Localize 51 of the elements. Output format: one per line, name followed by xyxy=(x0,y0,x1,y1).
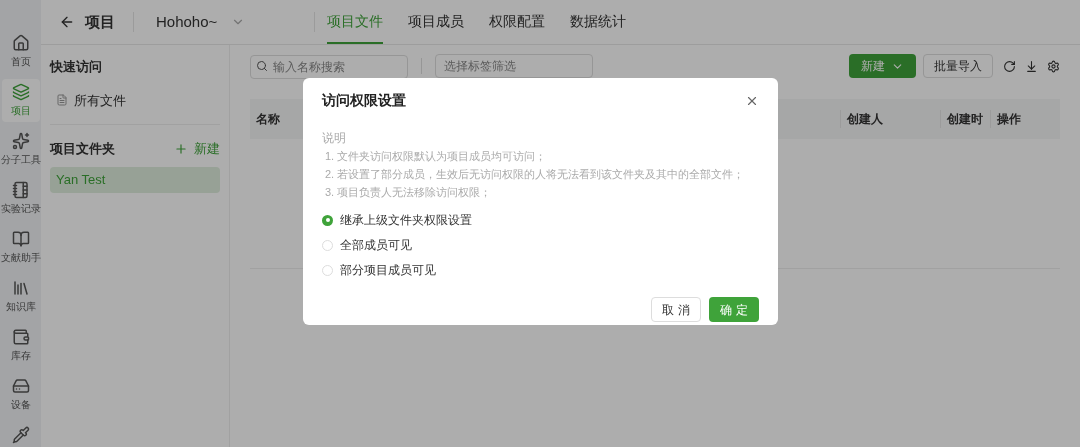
column-header: 名称 xyxy=(255,111,281,128)
header-tab[interactable]: 权限配置 xyxy=(489,0,545,44)
back-button[interactable]: 项目 xyxy=(41,10,133,34)
plus-icon xyxy=(174,141,188,156)
tag-filter-select[interactable]: 选择标签筛选 xyxy=(435,54,593,78)
sparkles-icon xyxy=(11,132,30,150)
confirm-button[interactable]: 确 定 xyxy=(709,297,759,322)
search-icon xyxy=(256,60,268,72)
note-text: 2. 若设置了部分成员，生效后无访问权限的人将无法看到该文件夹及其中的全部文件； xyxy=(324,167,745,182)
search-field[interactable]: 输入名称搜索 xyxy=(250,55,408,79)
nav-item[interactable]: 分子工具 xyxy=(1,128,40,171)
header-tab[interactable]: 数据统计 xyxy=(570,0,626,44)
nav-item[interactable]: 项目 xyxy=(1,79,40,122)
books-icon xyxy=(11,279,30,297)
radio-option[interactable]: 继承上级文件夹权限设置 xyxy=(322,211,759,229)
nav-item[interactable]: 首页 xyxy=(1,30,40,73)
nav-item[interactable]: 库存 xyxy=(1,324,40,367)
new-button[interactable]: 新建 xyxy=(849,54,916,78)
column-header: 操作 xyxy=(990,110,1060,128)
radio-option[interactable]: 部分项目成员可见 xyxy=(322,261,759,279)
header-tab[interactable]: 项目成员 xyxy=(408,0,464,44)
column-header: 创建人 xyxy=(840,110,940,128)
section-title: 项目文件夹 xyxy=(50,140,115,158)
note-text: 1. 文件夹访问权限默认为项目成员均可访问； xyxy=(324,149,547,164)
drive-icon xyxy=(11,377,30,395)
new-folder-button[interactable]: 新建 xyxy=(174,139,220,159)
note-title: 说明 xyxy=(322,130,347,147)
header-tab[interactable]: 项目文件 xyxy=(327,0,383,44)
settings-icon[interactable] xyxy=(1047,59,1060,73)
layers-icon xyxy=(11,83,30,101)
nav-item[interactable]: 设备 xyxy=(1,373,40,416)
book-icon xyxy=(11,230,30,248)
project-dropdown[interactable]: Hohoho~ xyxy=(134,10,314,34)
house-icon xyxy=(11,34,30,52)
cancel-button[interactable]: 取 消 xyxy=(651,297,701,322)
all-files-item[interactable]: 所有文件 xyxy=(50,90,220,110)
nav-item[interactable]: 文献助手 xyxy=(1,226,40,269)
nav-item[interactable]: 知识库 xyxy=(1,275,40,318)
nav-item[interactable]: 实验记录 xyxy=(1,177,40,220)
refresh-icon[interactable] xyxy=(1003,59,1016,73)
dialog-title: 访问权限设置 xyxy=(322,91,406,110)
pipette-icon xyxy=(11,426,30,444)
note-text: 3. 项目负责人无法移除访问权限； xyxy=(324,185,492,200)
notebook-icon xyxy=(11,181,30,199)
radio-option[interactable]: 全部成员可见 xyxy=(322,236,759,254)
wallet-icon xyxy=(11,328,30,346)
column-header: 创建时 xyxy=(940,110,990,128)
file-icon xyxy=(56,94,68,107)
download-icon[interactable] xyxy=(1025,59,1038,73)
import-button[interactable]: 批量导入 xyxy=(923,54,993,78)
section-title: 快速访问 xyxy=(50,58,103,76)
